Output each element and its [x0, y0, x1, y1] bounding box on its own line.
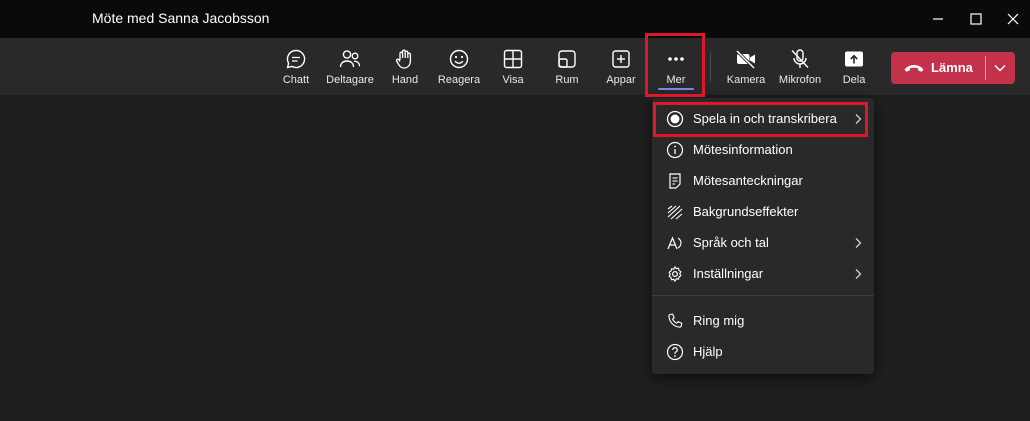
hand-icon — [393, 47, 417, 71]
leave-label: Lämna — [931, 60, 973, 75]
menu-item-meeting-info[interactable]: Mötesinformation — [652, 135, 874, 165]
menu-item-label: Språk och tal — [693, 235, 769, 250]
camera-off-icon — [734, 47, 758, 71]
react-button[interactable]: Reagera — [431, 38, 487, 95]
rooms-button[interactable]: Rum — [539, 38, 595, 95]
chat-button[interactable]: Chatt — [268, 38, 324, 95]
notes-icon — [666, 172, 684, 190]
menu-item-background-effects[interactable]: Bakgrundseffekter — [652, 197, 874, 227]
menu-item-label: Bakgrundseffekter — [693, 204, 799, 219]
menu-item-language[interactable]: Språk och tal — [652, 228, 874, 258]
background-effects-icon — [666, 203, 684, 221]
minimize-icon — [933, 18, 943, 20]
menu-item-label: Mötesinformation — [693, 142, 793, 157]
view-button[interactable]: Visa — [485, 38, 541, 95]
participants-button[interactable]: Deltagare — [322, 38, 378, 95]
share-screen-icon — [842, 47, 866, 71]
window-title: Möte med Sanna Jacobsson — [92, 10, 270, 26]
menu-item-label: Mötesanteckningar — [693, 173, 803, 188]
maximize-button[interactable] — [963, 6, 989, 32]
language-icon — [666, 234, 684, 252]
menu-divider — [652, 295, 874, 296]
toolbar-divider — [710, 52, 711, 82]
phone-icon — [666, 312, 684, 330]
mic-off-icon — [788, 47, 812, 71]
close-button[interactable] — [1000, 6, 1026, 32]
close-icon — [1007, 13, 1019, 25]
emoji-icon — [447, 47, 471, 71]
hang-up-icon — [904, 65, 924, 72]
menu-item-call-me[interactable]: Ring mig — [652, 306, 874, 336]
highlight-more-button — [645, 33, 705, 97]
title-bar: Möte med Sanna Jacobsson — [0, 0, 1030, 38]
menu-item-label: Inställningar — [693, 266, 764, 281]
grid-view-icon — [501, 47, 525, 71]
minimize-button[interactable] — [925, 6, 951, 32]
maximize-icon — [970, 13, 982, 25]
leave-button[interactable]: Lämna — [891, 52, 985, 84]
menu-item-meeting-notes[interactable]: Mötesanteckningar — [652, 166, 874, 196]
help-icon — [666, 343, 684, 361]
info-icon — [666, 141, 684, 159]
leave-options-button[interactable] — [986, 52, 1015, 84]
breakout-rooms-icon — [555, 47, 579, 71]
more-menu: Spela in och transkribera Mötesinformati… — [652, 98, 874, 374]
menu-item-label: Hjälp — [693, 344, 723, 359]
raise-hand-button[interactable]: Hand — [377, 38, 433, 95]
highlight-record-item — [653, 102, 868, 137]
camera-button[interactable]: Kamera — [718, 38, 774, 95]
share-button[interactable]: Dela — [826, 38, 882, 95]
chevron-right-icon — [853, 268, 863, 280]
menu-item-help[interactable]: Hjälp — [652, 337, 874, 367]
mic-button[interactable]: Mikrofon — [772, 38, 828, 95]
leave-button-group: Lämna — [891, 52, 1015, 84]
menu-item-label: Ring mig — [693, 313, 745, 328]
meeting-toolbar: Chatt Deltagare Hand Reagera Visa Rum Ap… — [0, 38, 1030, 95]
participants-icon — [338, 47, 362, 71]
menu-item-settings[interactable]: Inställningar — [652, 259, 874, 289]
add-app-icon — [609, 47, 633, 71]
gear-icon — [666, 265, 684, 283]
share-label: Dela — [842, 74, 866, 86]
apps-button[interactable]: Appar — [593, 38, 649, 95]
chevron-down-icon — [994, 64, 1006, 72]
chevron-right-icon — [853, 237, 863, 249]
chat-icon — [284, 47, 308, 71]
